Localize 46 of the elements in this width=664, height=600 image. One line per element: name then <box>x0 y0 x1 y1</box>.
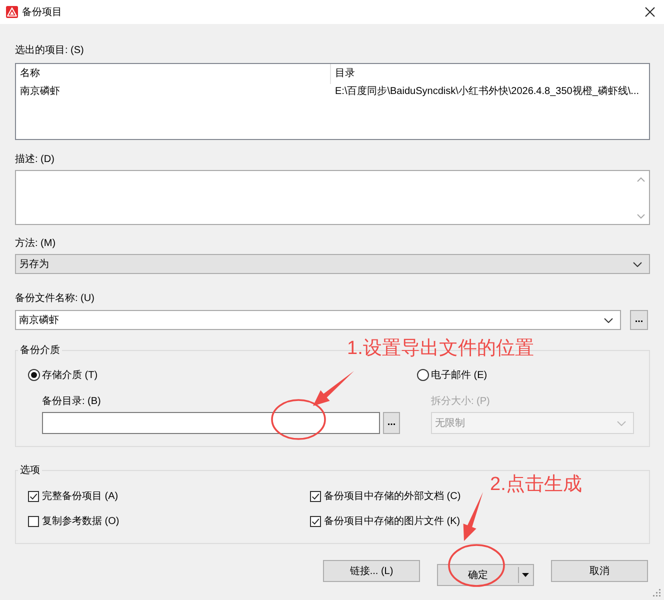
checkbox[interactable] <box>28 490 39 502</box>
browse-button[interactable]: ... <box>630 310 648 330</box>
annotation-arrow <box>463 491 484 542</box>
field-label: 选出的项目: (S) <box>15 44 84 57</box>
caret-icon[interactable] <box>522 573 529 577</box>
triangle-logo-icon <box>6 6 18 18</box>
checkbox-label[interactable]: 备份项目中存储的外部文档 (C) <box>324 490 461 502</box>
column-header[interactable]: 目录 <box>330 64 649 84</box>
group-title: 选项 <box>19 464 41 477</box>
checkbox[interactable] <box>28 516 39 526</box>
group-title: 备份介质 <box>19 344 61 357</box>
browse-button[interactable]: ... <box>383 412 400 434</box>
field-label: 拆分大小: (P) <box>431 395 490 408</box>
field-label: 备份目录: (B) <box>42 395 101 408</box>
directory-field[interactable] <box>42 412 380 434</box>
window-title: 备份项目 <box>22 6 62 18</box>
dialog-button[interactable]: 取消 <box>551 560 648 582</box>
close-icon[interactable] <box>645 7 655 17</box>
radio-label[interactable]: 电子邮件 (E) <box>431 368 488 382</box>
list-cell[interactable]: E:\百度同步\BaiduSyncdisk\小红书外快\2026.4.8_350视橙_磷虾线\... <box>330 84 649 100</box>
chevron-down-icon <box>633 262 642 266</box>
resize-grip-icon[interactable] <box>653 589 661 597</box>
radio-button[interactable] <box>417 369 429 381</box>
field-label: 备份文件名称: (U) <box>15 292 94 305</box>
dialog-button[interactable]: 链接... (L) <box>323 560 420 582</box>
annotation-text: 2.点击生成 <box>490 474 582 496</box>
checkbox[interactable] <box>310 516 321 526</box>
checkbox-label[interactable]: 备份项目中存储的图片文件 (K) <box>324 514 460 528</box>
highlight-ellipse <box>271 399 326 440</box>
method-dropdown[interactable]: 另存为 <box>15 254 650 274</box>
column-header[interactable]: 名称 <box>16 64 330 84</box>
field-label: 描述: (D) <box>15 153 54 166</box>
annotation-arrow <box>312 370 355 407</box>
chevron-down-icon[interactable] <box>604 318 613 322</box>
checkbox-label[interactable]: 复制参考数据 (O) <box>42 514 120 528</box>
split-button[interactable]: 确定 <box>437 564 534 586</box>
checkbox-label[interactable]: 完整备份项目 (A) <box>42 490 118 502</box>
file-name-field[interactable]: 南京磷虾 <box>15 310 621 330</box>
radio-label[interactable]: 存储介质 (T) <box>42 368 98 382</box>
checkbox[interactable] <box>310 490 321 502</box>
highlight-ellipse <box>448 544 505 587</box>
field-label: 方法: (M) <box>15 237 56 250</box>
list-cell[interactable]: 南京磷虾 <box>16 84 330 100</box>
radio-button[interactable] <box>28 369 40 381</box>
annotation-text: 1.设置导出文件的位置 <box>347 338 534 360</box>
chevron-down-icon <box>617 420 626 426</box>
